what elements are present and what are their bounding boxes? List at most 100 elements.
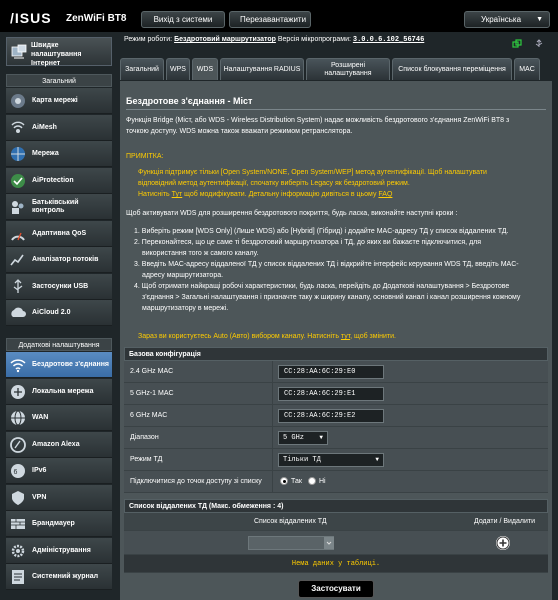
basic-config-header: Базова конфігурація: [124, 347, 548, 361]
tab-professional[interactable]: Розширені налаштування: [306, 58, 390, 80]
sidebar-item-aicloud[interactable]: AiCloud 2.0: [6, 300, 112, 326]
parental-control-icon: [12, 201, 24, 214]
remote-ap-mac-input[interactable]: [248, 536, 334, 550]
sidebar-item-administration[interactable]: Адміністрування: [6, 537, 112, 564]
sidebar-item-system-log[interactable]: Системний журнал: [6, 564, 112, 590]
sidebar-item-label: Застосунки USB: [32, 282, 89, 290]
mac-5-field[interactable]: CC:28:AA:6C:29:E1: [278, 387, 384, 401]
system-log-icon: [12, 570, 24, 584]
sidebar-item-label: Адаптивна QoS: [32, 229, 87, 237]
wireless-icon: [10, 359, 26, 373]
sidebar-item-label: Amazon Alexa: [32, 440, 80, 448]
usb-status-icon[interactable]: [534, 39, 544, 49]
sidebar-item-label: IPv6: [32, 467, 47, 474]
sidebar-item-firewall[interactable]: Брандмауер: [6, 511, 112, 537]
remote-ap-table: Список віддалених ТД (Макс. обмеження : …: [124, 499, 548, 513]
remote-ap-col-row: Список віддалених ТД Додати / Видалити: [124, 513, 548, 531]
connect-yes-label: Так: [291, 478, 302, 485]
network-status-icon[interactable]: [512, 39, 522, 49]
steps-list: 1. Виберіть режим [WDS Only] (Лише WDS) …: [134, 226, 520, 314]
sidebar-item-aimesh[interactable]: AiMesh: [6, 114, 112, 141]
mac-24-field[interactable]: CC:28:AA:6C:29:E0: [278, 365, 384, 379]
main-panel: Бездротове з'єднання - Міст Функція Brid…: [120, 81, 552, 600]
sidebar-item-network[interactable]: Мережа: [6, 141, 112, 167]
connect-no-label: Ні: [319, 478, 326, 485]
sidebar-item-network-map[interactable]: Карта мережі: [6, 88, 112, 114]
legacy-mode-link[interactable]: Тут: [172, 191, 183, 198]
mac-6-field[interactable]: CC:28:AA:6C:29:E2: [278, 409, 384, 423]
sidebar-item-vpn[interactable]: VPN: [6, 484, 112, 511]
firmware-version[interactable]: 3.0.0.6.102_56746: [353, 36, 424, 44]
language-select[interactable]: Українська ▼: [464, 11, 550, 28]
sidebar-item-parental-control[interactable]: Батьківський контроль: [6, 194, 112, 220]
ap-mode-select[interactable]: Тільки ТД ▼: [278, 453, 384, 467]
add-ap-button[interactable]: [496, 536, 510, 550]
sidebar-item-wan[interactable]: WAN: [6, 405, 112, 431]
sidebar-item-aiprotection[interactable]: AiProtection: [6, 167, 112, 194]
logout-button[interactable]: Вихід з системи: [141, 11, 225, 28]
chevron-down-icon: ▼: [319, 434, 323, 441]
mac-6-label: 6 GHz MAC: [130, 412, 168, 419]
auto-channel-note: Зараз ви користуєтесь Auto (Авто) виборо…: [138, 333, 396, 340]
network-map-icon: [11, 94, 25, 108]
aimesh-icon: [11, 121, 25, 133]
mac-input-dropdown[interactable]: [324, 537, 334, 549]
empty-table-text: Нема даних у таблиці.: [291, 560, 381, 568]
remote-ap-input-row: [124, 531, 548, 555]
sidebar-item-label: Мережа: [32, 150, 59, 157]
tab-wps[interactable]: WPS: [166, 58, 190, 80]
step-3: 3. Введіть MAC-адресу віддаленої ТД у сп…: [134, 261, 519, 268]
wan-icon: [11, 410, 25, 426]
mac-6-row: 6 GHz MAC CC:28:AA:6C:29:E2: [124, 405, 548, 427]
connect-no-radio[interactable]: [308, 477, 316, 485]
op-mode-label: Режим роботи:: [124, 36, 173, 43]
sidebar-item-wireless[interactable]: Бездротове з'єднання: [6, 352, 112, 378]
connect-list-label: Підключитися до точок доступу зі списку: [130, 478, 262, 485]
reboot-button[interactable]: Перезавантажити: [229, 11, 311, 28]
intro-line-1: Функція Bridge (Міст, або WDS - Wireless…: [126, 117, 510, 124]
sidebar-item-label: AiCloud 2.0: [32, 309, 71, 316]
connect-yes-radio[interactable]: [280, 477, 288, 485]
wizard-label-line-3: Інтернет: [31, 60, 61, 67]
usb-icon: [13, 278, 23, 293]
sidebar-item-label: Бездротове з'єднання: [32, 361, 109, 368]
sidebar-item-usb[interactable]: Застосунки USB: [6, 273, 112, 300]
sidebar-item-ipv6[interactable]: 6 IPv6: [6, 458, 112, 484]
tab-radius[interactable]: Налаштування RADIUS: [220, 58, 304, 80]
sidebar-item-alexa[interactable]: Amazon Alexa: [6, 431, 112, 458]
faq-link[interactable]: FAQ: [378, 191, 392, 198]
wizard-label-line-1: Швидке: [31, 42, 59, 49]
sidebar-item-label: Системний журнал: [32, 573, 99, 580]
tab-mac[interactable]: MAC: [514, 58, 540, 80]
advanced-section-header: Додаткові налаштування: [6, 338, 112, 351]
change-channel-link-text[interactable]: тут: [341, 333, 350, 340]
step-3-cont: адресу маршрутизатора.: [142, 272, 224, 279]
sidebar-item-qos[interactable]: Адаптивна QoS: [6, 220, 112, 247]
mac-5-row: 5 GHz-1 MAC CC:28:AA:6C:29:E1: [124, 383, 548, 405]
step-2: 2. Переконайтеся, що це саме ті бездрото…: [134, 239, 482, 246]
apply-button[interactable]: Застосувати: [298, 580, 374, 598]
sidebar-item-traffic-analyzer[interactable]: Аналізатор потоків: [6, 247, 112, 273]
chevron-down-icon: [326, 541, 332, 545]
tab-roaming-block-list[interactable]: Список блокування переміщення: [392, 58, 512, 80]
tab-wds[interactable]: WDS: [192, 58, 218, 80]
quick-internet-setup-button[interactable]: Швидке налаштування Інтернет: [6, 37, 112, 67]
step-2-cont: використання того ж самого каналу.: [142, 250, 259, 257]
step-1: 1. Виберіть режим [WDS Only] (Лише WDS) …: [134, 228, 509, 235]
remote-ap-header: Список віддалених ТД (Макс. обмеження : …: [124, 499, 548, 513]
page-title: Бездротове з'єднання - Міст: [126, 96, 253, 106]
sidebar-item-label: Карта мережі: [32, 97, 78, 104]
mac-24-row: 2.4 GHz MAC CC:28:AA:6C:29:E0: [124, 361, 548, 383]
note-text: Функція підтримує тільки [Open System/NO…: [138, 167, 487, 200]
firmware-label: Версія мікропрограми:: [277, 36, 351, 43]
sidebar-item-lan[interactable]: Локальна мережа: [6, 378, 112, 405]
model-name: ZenWiFi BT8: [66, 13, 127, 24]
op-mode-value[interactable]: Бездротовий маршрутизатор: [174, 36, 276, 43]
mac-24-label: 2.4 GHz MAC: [130, 368, 174, 375]
step-4-cont-1: з'єднання > Загальні налаштування і приз…: [142, 294, 521, 301]
band-select[interactable]: 5 GHz ▼: [278, 431, 328, 445]
language-value: Українська: [481, 15, 522, 24]
tab-general[interactable]: Загальний: [120, 58, 164, 80]
sidebar-item-label: Брандмауер: [32, 520, 75, 527]
traffic-analyzer-icon: [10, 254, 24, 266]
